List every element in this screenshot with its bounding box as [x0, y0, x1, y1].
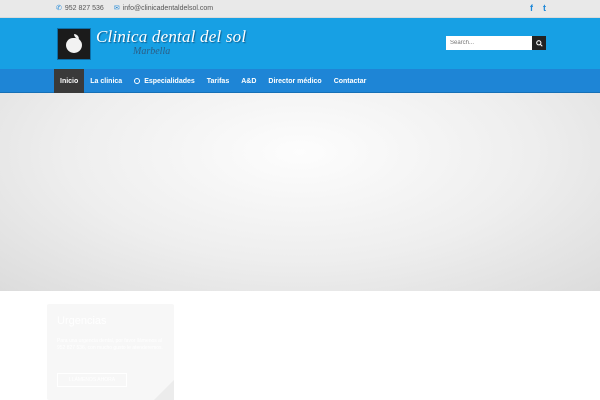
envelope-icon: ✉ [113, 5, 120, 12]
hero-banner [0, 93, 600, 291]
nav-label: Inicio [60, 77, 79, 85]
nav-item-inicio[interactable]: Inicio [54, 69, 85, 93]
nav-item-ad[interactable]: A&D [235, 69, 262, 93]
email-address: info@clinicadentaldelsol.com [122, 4, 214, 12]
phone-icon: ✆ [56, 5, 62, 12]
apple-icon [65, 34, 83, 54]
search-button[interactable] [532, 36, 546, 50]
search-icon [535, 39, 543, 47]
social-links: f t [530, 3, 546, 13]
nav-item-especialidades[interactable]: Especialidades [128, 69, 201, 93]
main-navigation: Inicio La clinica Especialidades Tarifas… [0, 69, 600, 93]
nav-item-contactar[interactable]: Contactar [328, 69, 373, 93]
nav-item-tarifas[interactable]: Tarifas [201, 69, 235, 93]
search-form [446, 36, 546, 50]
nav-item-director-medico[interactable]: Director médico [262, 69, 327, 93]
contact-info: ✆ 952 827 536 ✉ info@clinicadentaldelsol… [56, 4, 214, 13]
twitter-icon[interactable]: t [543, 3, 546, 13]
call-now-button[interactable]: LLÁMENOS AHORA [57, 373, 127, 387]
urgencias-box: Urgencias Para una urgencia dental, por … [47, 304, 174, 400]
email-contact[interactable]: ✉ info@clinicadentaldelsol.com [113, 4, 214, 13]
nav-label: A&D [241, 77, 257, 85]
phone-contact[interactable]: ✆ 952 827 536 [56, 4, 104, 13]
circle-icon [134, 78, 141, 84]
urgencias-title: Urgencias [57, 315, 107, 327]
nav-label: Tarifas [206, 77, 230, 85]
facebook-icon[interactable]: f [530, 3, 533, 13]
nav-label: Especialidades [144, 77, 195, 85]
nav-item-la-clinica[interactable]: La clinica [84, 69, 128, 93]
nav-label: Contactar [333, 77, 367, 85]
logo-image[interactable] [57, 28, 91, 60]
urgencias-text: Para una urgencia dental, por favor llám… [57, 338, 163, 351]
phone-number: 952 827 536 [64, 4, 104, 12]
corner-decoration [154, 380, 174, 400]
site-header: Clinica dental del sol Marbella [0, 18, 600, 69]
nav-label: Director médico [268, 77, 322, 85]
search-input[interactable] [446, 36, 532, 50]
site-title[interactable]: Clinica dental del sol [96, 27, 246, 47]
nav-label: La clinica [90, 77, 123, 85]
top-bar: ✆ 952 827 536 ✉ info@clinicadentaldelsol… [0, 0, 600, 18]
site-subtitle: Marbella [133, 46, 171, 57]
